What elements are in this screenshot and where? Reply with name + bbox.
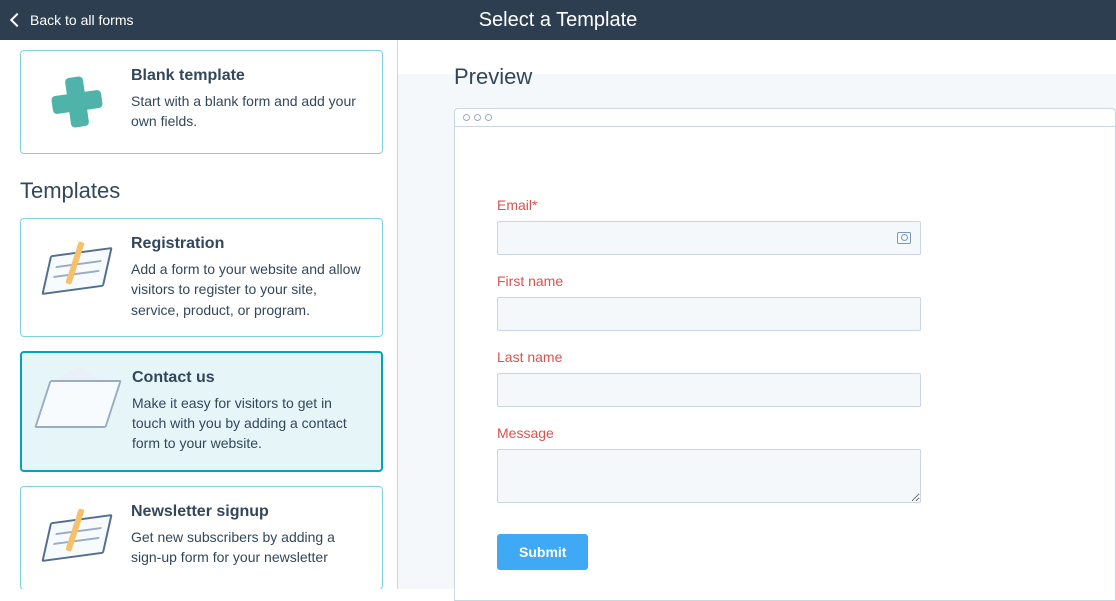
preview-panel: Preview Email* First name [398, 40, 1116, 589]
preview-form: Email* First name Last name Message [455, 127, 935, 600]
template-card-blank[interactable]: Blank template Start with a blank form a… [20, 50, 383, 154]
content-area: Blank template Start with a blank form a… [0, 40, 1116, 589]
template-card-registration[interactable]: Registration Add a form to your website … [20, 218, 383, 337]
card-desc: Start with a blank form and add your own… [131, 91, 366, 132]
back-label: Back to all forms [30, 12, 133, 28]
window-dot-icon [474, 114, 481, 121]
card-desc: Add a form to your website and allow vis… [131, 259, 366, 320]
card-title: Registration [131, 235, 366, 253]
preview-browser-frame: Email* First name Last name Message [454, 108, 1116, 601]
email-label: Email* [497, 197, 935, 213]
page-title: Select a Template [479, 9, 638, 32]
message-label: Message [497, 425, 935, 441]
template-card-contact-us[interactable]: Contact us Make it easy for visitors to … [20, 351, 383, 472]
last-name-field[interactable] [497, 373, 921, 407]
page-header: Back to all forms Select a Template [0, 0, 1116, 40]
card-title: Contact us [132, 369, 365, 387]
window-dot-icon [463, 114, 470, 121]
first-name-field[interactable] [497, 297, 921, 331]
email-field[interactable] [497, 221, 921, 255]
envelope-icon [38, 369, 118, 439]
contact-card-icon [897, 232, 911, 244]
submit-button[interactable]: Submit [497, 534, 588, 570]
back-to-forms-link[interactable]: Back to all forms [0, 12, 133, 28]
card-title: Newsletter signup [131, 503, 366, 521]
message-field[interactable] [497, 449, 921, 503]
card-desc: Make it easy for visitors to get in touc… [132, 393, 365, 454]
browser-controls [455, 109, 1115, 127]
card-title: Blank template [131, 67, 366, 85]
preview-heading: Preview [454, 64, 1116, 90]
window-dot-icon [485, 114, 492, 121]
card-desc: Get new subscribers by adding a sign-up … [131, 527, 366, 568]
template-card-newsletter[interactable]: Newsletter signup Get new subscribers by… [20, 486, 383, 589]
template-sidebar: Blank template Start with a blank form a… [0, 40, 398, 589]
first-name-label: First name [497, 273, 935, 289]
chevron-left-icon [10, 13, 24, 27]
notepad-icon [37, 503, 117, 573]
notepad-icon [37, 235, 117, 305]
templates-heading: Templates [20, 178, 383, 204]
last-name-label: Last name [497, 349, 935, 365]
plus-icon [37, 67, 117, 137]
